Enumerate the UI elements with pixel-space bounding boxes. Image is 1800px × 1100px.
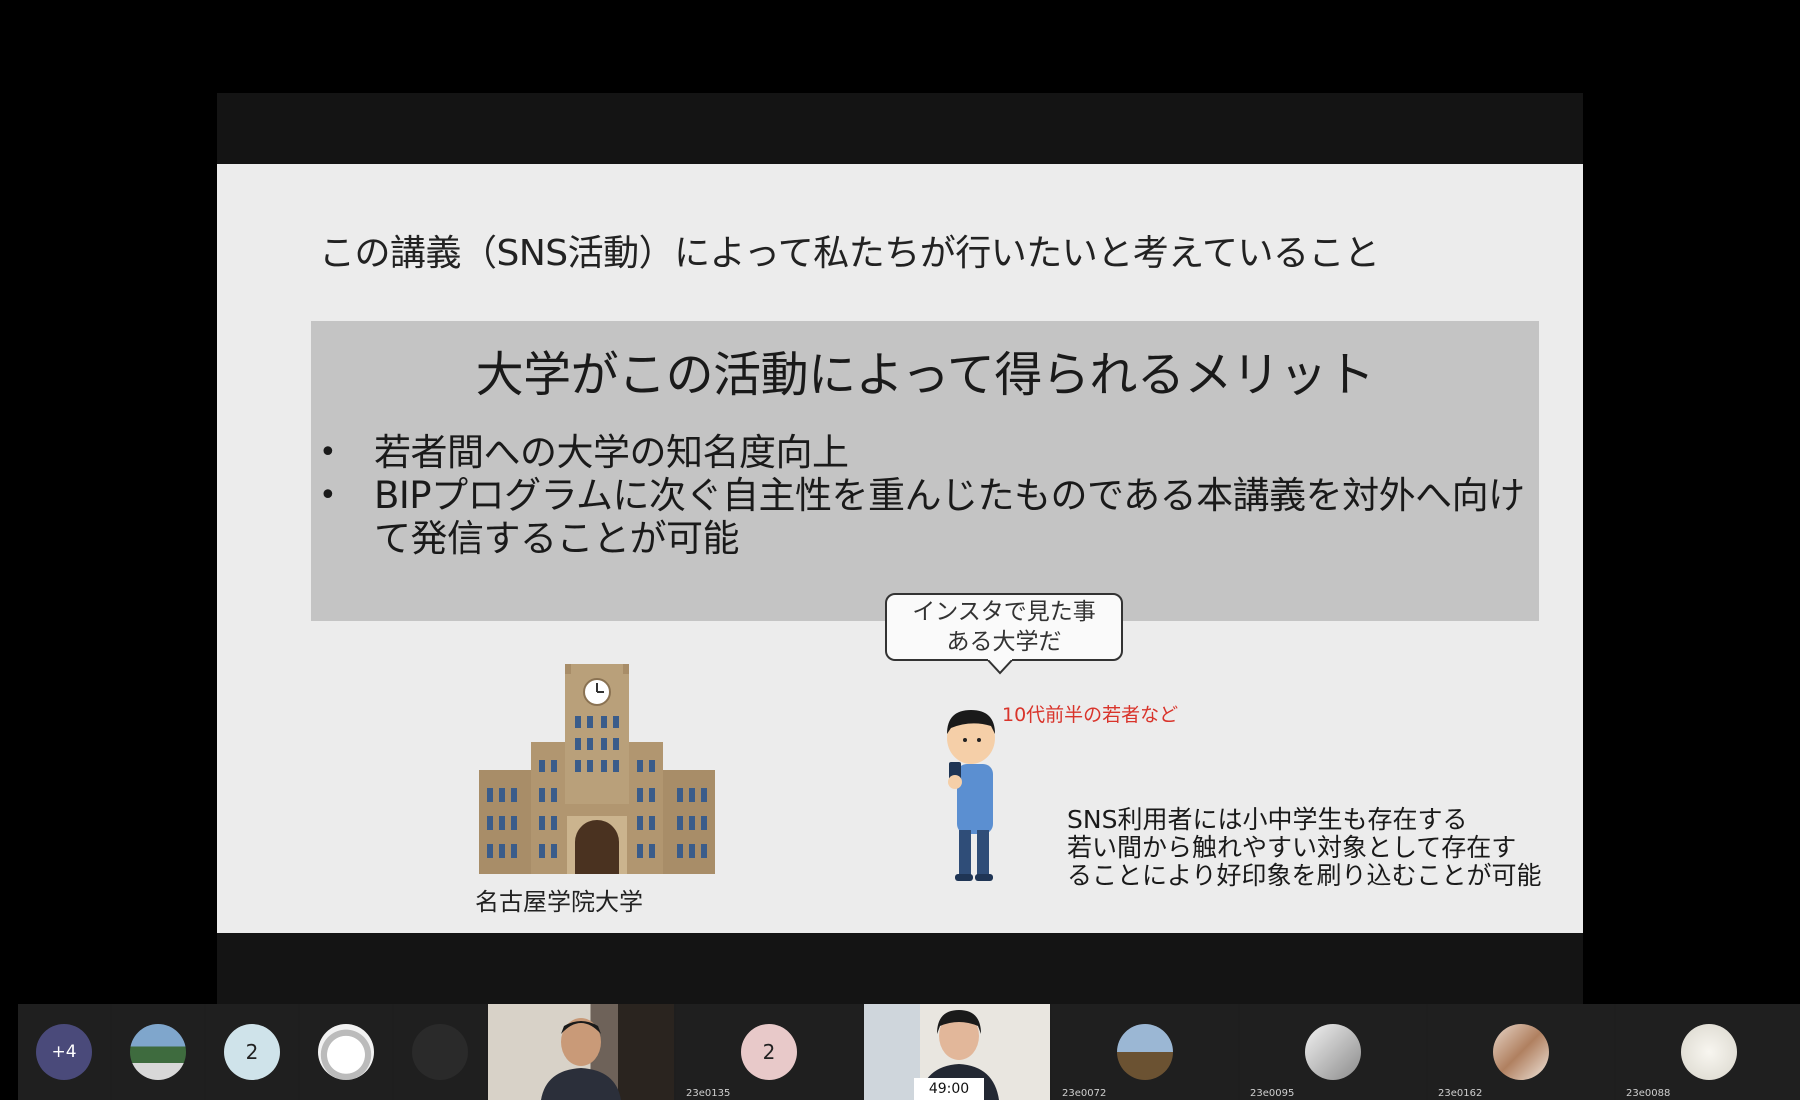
meeting-timer: 49:00	[914, 1078, 984, 1100]
participant-strip: +4 2 2 23e0135 49:00 23e0072 23e0095 23e…	[18, 1004, 1800, 1100]
participant-name: 23e0088	[1626, 1088, 1671, 1099]
bullet-icon: •	[319, 478, 337, 513]
participant-tile[interactable]	[300, 1004, 392, 1100]
participant-tile[interactable]: 23e0088	[1616, 1004, 1800, 1100]
more-participants-count[interactable]: +4	[36, 1024, 92, 1080]
merit-heading: 大学がこの活動によって得られるメリット	[475, 347, 1375, 403]
sns-note-line: ることにより好印象を刷り込むことが可能	[1067, 861, 1542, 890]
participant-name: 23e0162	[1438, 1088, 1483, 1099]
participant-tile[interactable]: 23e0072	[1052, 1004, 1238, 1100]
participant-tile[interactable]: 23e0095	[1240, 1004, 1426, 1100]
group-photo-avatar	[1493, 1024, 1549, 1080]
merit-item: • BIPプログラムに次ぐ自主性を重んじたものである本講義を対外へ向けて発信する…	[319, 474, 1529, 560]
silver-avatar	[1305, 1024, 1361, 1080]
young-person-with-phone-icon	[947, 710, 995, 881]
presenter-silhouette-icon	[541, 1018, 621, 1100]
merit-item-text: 若者間への大学の知名度向上	[374, 431, 849, 474]
participant-tile[interactable]: 23e0162	[1428, 1004, 1614, 1100]
dark-avatar	[412, 1024, 468, 1080]
light-avatar	[1681, 1024, 1737, 1080]
slide-title: この講義（SNS活動）によって私たちが行いたいと考えていること	[319, 233, 1380, 274]
bullet-icon: •	[319, 435, 337, 470]
presentation-slide: この講義（SNS活動）によって私たちが行いたいと考えていること 大学がこの活動に…	[217, 164, 1583, 933]
participant-tile[interactable]: 2	[206, 1004, 298, 1100]
merit-item-text: BIPプログラムに次ぐ自主性を重んじたものである本講義を対外へ向けて発信すること…	[374, 474, 1525, 560]
sns-note: SNS利用者には小中学生も存在する 若い間から触れやすい対象として存在す ること…	[1067, 806, 1547, 890]
participant-video-tile[interactable]: 49:00	[864, 1004, 1050, 1100]
speech-bubble: インスタで見た事 ある大学だ	[885, 593, 1123, 661]
participant-tile[interactable]: 2 23e0135	[676, 1004, 862, 1100]
participant-tile[interactable]	[394, 1004, 486, 1100]
participant-tile[interactable]	[112, 1004, 204, 1100]
landscape-avatar	[1117, 1024, 1173, 1080]
stadium-photo-avatar	[130, 1024, 186, 1080]
university-building-icon	[479, 664, 715, 874]
drawn-face-avatar	[318, 1024, 374, 1080]
speech-line: インスタで見た事	[912, 599, 1096, 625]
teen-note: 10代前半の若者など	[1002, 704, 1179, 726]
participant-video-tile[interactable]	[488, 1004, 674, 1100]
sns-note-line: SNS利用者には小中学生も存在する	[1067, 805, 1468, 834]
participant-name: 23e0095	[1250, 1088, 1295, 1099]
university-label: 名古屋学院大学	[475, 888, 643, 916]
sns-note-line: 若い間から触れやすい対象として存在す	[1067, 833, 1517, 862]
participant-name: 23e0135	[686, 1088, 731, 1099]
participant-initial: 2	[224, 1024, 280, 1080]
participant-tile[interactable]: +4	[18, 1004, 110, 1100]
speech-tail-icon	[986, 659, 1014, 675]
merit-list: • 若者間への大学の知名度向上 • BIPプログラムに次ぐ自主性を重んじたもので…	[319, 431, 1529, 560]
merit-item: • 若者間への大学の知名度向上	[319, 431, 1529, 474]
merit-box: 大学がこの活動によって得られるメリット • 若者間への大学の知名度向上 • BI…	[311, 321, 1539, 621]
speech-line: ある大学だ	[946, 629, 1062, 655]
participant-initial: 2	[741, 1024, 797, 1080]
participant-name: 23e0072	[1062, 1088, 1107, 1099]
